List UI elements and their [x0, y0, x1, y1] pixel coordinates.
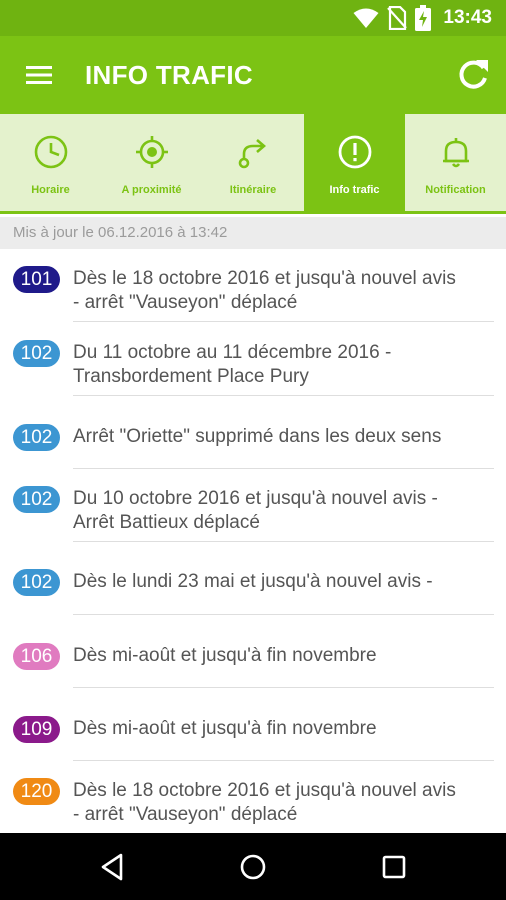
- item-text-line: Dès mi-août et jusqu'à fin novembre: [73, 718, 377, 739]
- line-badge: 106: [13, 643, 60, 670]
- item-text: Dès le 18 octobre 2016 et jusqu'à nouvel…: [73, 779, 496, 827]
- back-triangle-icon[interactable]: [97, 851, 129, 883]
- item-text-line: Du 11 octobre au 11 décembre 2016 -: [73, 342, 392, 363]
- wifi-icon: [353, 8, 379, 28]
- line-badge: 102: [13, 424, 60, 451]
- tab-bar: Horaire A proximité Itinéraire Info traf…: [0, 114, 506, 214]
- tab-label: Notification: [425, 184, 486, 196]
- system-nav-bar: [0, 833, 506, 900]
- item-text: Arrêt "Oriette" supprimé dans les deux s…: [73, 425, 496, 449]
- item-text-line: Dès le 18 octobre 2016 et jusqu'à nouvel…: [73, 268, 456, 289]
- tab-horaire[interactable]: Horaire: [0, 114, 101, 211]
- item-text-line: Dès le 18 octobre 2016 et jusqu'à nouvel…: [73, 780, 456, 801]
- tab-label: Itinéraire: [229, 184, 277, 196]
- item-text: Dès le 18 octobre 2016 et jusqu'à nouvel…: [73, 267, 496, 315]
- item-text-line: Du 10 octobre 2016 et jusqu'à nouvel avi…: [73, 488, 438, 509]
- battery-charging-icon: [415, 5, 432, 31]
- tab-notification[interactable]: Notification: [405, 114, 506, 211]
- recents-square-icon[interactable]: [378, 851, 410, 883]
- item-text-line: - arrêt "Vauseyon" déplacé: [73, 292, 298, 313]
- bell-icon: [442, 138, 469, 168]
- list-item[interactable]: 109 Dès mi-août et jusqu'à fin novembre: [0, 688, 506, 761]
- item-text: Dès mi-août et jusqu'à fin novembre: [73, 717, 496, 741]
- line-badge: 102: [13, 340, 60, 367]
- item-text: Dès le lundi 23 mai et jusqu'à nouvel av…: [73, 570, 496, 594]
- line-badge: 102: [13, 486, 60, 513]
- page-title: INFO TRAFIC: [85, 60, 253, 90]
- traffic-info-list: 101 Dès le 18 octobre 2016 et jusqu'à no…: [0, 249, 506, 833]
- app-bar: INFO TRAFIC: [0, 36, 506, 114]
- item-text-line: Dès le lundi 23 mai et jusqu'à nouvel av…: [73, 571, 433, 592]
- tab-label: Info trafic: [329, 184, 380, 196]
- status-bar: 13:43: [0, 0, 506, 36]
- home-circle-icon[interactable]: [237, 851, 269, 883]
- item-text: Du 10 octobre 2016 et jusqu'à nouvel avi…: [73, 487, 496, 535]
- item-text: Du 11 octobre au 11 décembre 2016 - Tran…: [73, 341, 496, 389]
- refresh-icon[interactable]: [454, 56, 492, 94]
- tab-label: Horaire: [31, 184, 70, 196]
- line-badge: 109: [13, 716, 60, 743]
- location-target-icon: [135, 136, 168, 168]
- clock-icon: [34, 135, 67, 169]
- list-item[interactable]: 106 Dès mi-août et jusqu'à fin novembre: [0, 615, 506, 688]
- tab-itineraire[interactable]: Itinéraire: [202, 114, 304, 211]
- list-item[interactable]: 102 Du 11 octobre au 11 décembre 2016 - …: [0, 322, 506, 396]
- item-text-line: Arrêt "Oriette" supprimé dans les deux s…: [73, 426, 442, 447]
- line-badge: 101: [13, 266, 60, 293]
- list-item[interactable]: 120 Dès le 18 octobre 2016 et jusqu'à no…: [0, 761, 506, 833]
- alert-icon: [338, 135, 371, 169]
- no-sim-icon: [387, 6, 408, 30]
- status-icons: 13:43: [353, 0, 492, 36]
- item-text-line: - arrêt "Vauseyon" déplacé: [73, 804, 298, 825]
- updated-bar: Mis à jour le 06.12.2016 à 13:42: [0, 217, 506, 249]
- line-badge: 120: [13, 778, 60, 805]
- tab-proximite[interactable]: A proximité: [101, 114, 202, 211]
- item-text-line: Dès mi-août et jusqu'à fin novembre: [73, 645, 377, 666]
- tab-label: A proximité: [121, 184, 182, 196]
- list-item[interactable]: 101 Dès le 18 octobre 2016 et jusqu'à no…: [0, 249, 506, 322]
- list-item[interactable]: 102 Du 10 octobre 2016 et jusqu'à nouvel…: [0, 469, 506, 542]
- list-item[interactable]: 102 Arrêt "Oriette" supprimé dans les de…: [0, 396, 506, 469]
- list-item[interactable]: 102 Dès le lundi 23 mai et jusqu'à nouve…: [0, 542, 506, 615]
- item-text-line: Transbordement Place Pury: [73, 366, 309, 387]
- line-badge: 102: [13, 569, 60, 596]
- hamburger-menu-icon[interactable]: [22, 58, 56, 92]
- item-text-line: Arrêt Battieux déplacé: [73, 512, 260, 533]
- route-icon: [238, 139, 266, 169]
- status-time: 13:43: [443, 7, 492, 28]
- tab-info-trafic[interactable]: Info trafic: [304, 114, 405, 211]
- updated-timestamp: Mis à jour le 06.12.2016 à 13:42: [13, 224, 228, 241]
- item-text: Dès mi-août et jusqu'à fin novembre: [73, 644, 496, 668]
